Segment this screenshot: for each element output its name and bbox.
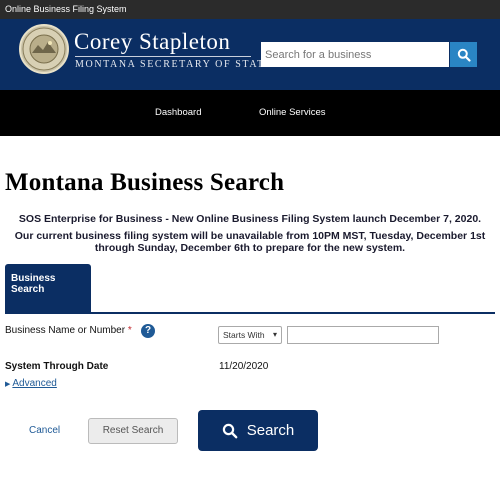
header-search-button[interactable] — [450, 42, 477, 67]
state-seal-icon — [19, 24, 69, 74]
tab-business-search[interactable]: Business Search — [5, 264, 91, 314]
search-icon — [457, 48, 471, 62]
cancel-button[interactable]: Cancel — [29, 425, 60, 436]
main-nav: Dashboard Online Services — [0, 90, 500, 136]
business-name-label: Business Name or Number * — [5, 325, 132, 336]
page-title: Montana Business Search — [5, 169, 285, 196]
match-type-value: Starts With — [223, 330, 265, 340]
match-type-select[interactable]: Starts With ▾ — [218, 326, 282, 344]
nav-item-online-services[interactable]: Online Services — [259, 107, 326, 118]
brand-name: Corey Stapleton — [74, 29, 231, 54]
search-icon — [222, 423, 238, 438]
notice-outage-line1: Our current business filing system will … — [14, 230, 486, 242]
notice-outage-line2: through Sunday, December 6th to prepare … — [94, 242, 406, 254]
required-mark: * — [127, 325, 132, 336]
business-name-input[interactable] — [287, 326, 439, 344]
search-button[interactable]: Search — [198, 410, 318, 451]
tab-divider — [5, 312, 495, 314]
tab-label-line2: Search — [11, 284, 45, 295]
tab-label-line1: Business — [11, 273, 56, 284]
search-button-label: Search — [246, 422, 295, 439]
site-header: Corey Stapleton MONTANA SECRETARY OF STA… — [0, 19, 500, 90]
window-title-bar: Online Business Filing System — [0, 0, 500, 19]
help-icon[interactable]: ? — [141, 324, 155, 338]
brand-subtitle: MONTANA SECRETARY OF STATE — [75, 59, 273, 70]
chevron-down-icon: ▾ — [272, 330, 277, 339]
advanced-toggle[interactable]: ▶ Advanced — [5, 378, 57, 389]
notice-launch: SOS Enterprise for Business - New Online… — [18, 213, 482, 225]
caret-right-icon: ▶ — [5, 381, 11, 388]
business-name-label-text: Business Name or Number — [5, 325, 126, 336]
window-title: Online Business Filing System — [5, 4, 127, 14]
reset-search-button[interactable]: Reset Search — [88, 418, 178, 444]
nav-item-dashboard[interactable]: Dashboard — [155, 107, 201, 118]
advanced-link[interactable]: Advanced — [12, 378, 56, 389]
business-search-input[interactable] — [261, 42, 449, 67]
brand-divider — [75, 56, 251, 57]
system-date-label: System Through Date — [5, 361, 109, 372]
system-date-value: 11/20/2020 — [219, 361, 269, 372]
